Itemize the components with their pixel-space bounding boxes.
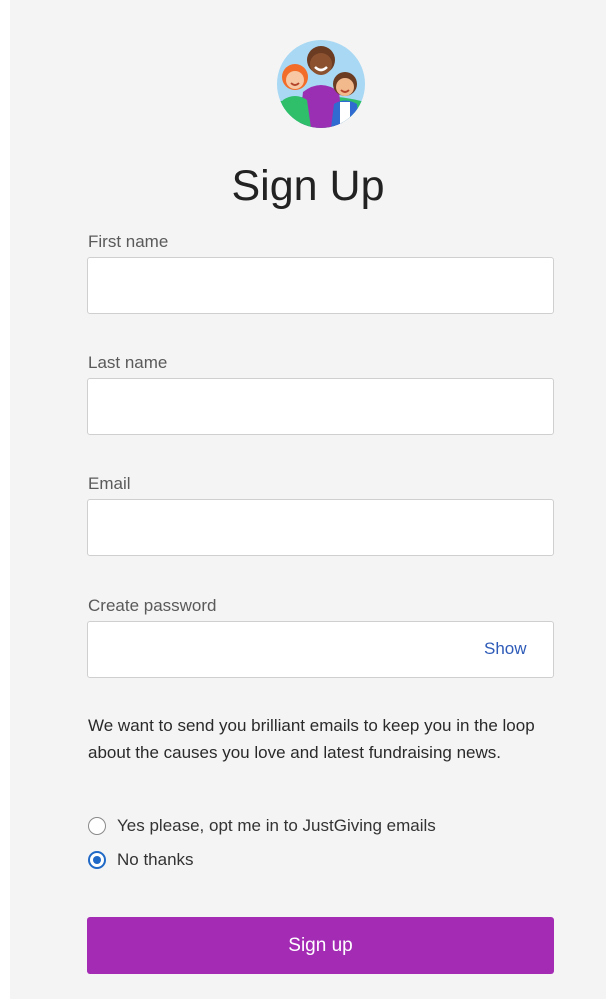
opt-in-option[interactable]: Yes please, opt me in to JustGiving emai… [88,815,436,837]
opt-in-label: Yes please, opt me in to JustGiving emai… [117,816,436,835]
email-label: Email [88,474,131,493]
show-password-button[interactable]: Show [484,638,527,660]
no-thanks-radio[interactable] [88,851,106,869]
marketing-intro-text: We want to send you brilliant emails to … [88,716,535,762]
sign-up-button[interactable]: Sign up [87,917,554,974]
page-title: Sign Up [231,162,385,210]
email-field[interactable] [87,499,554,556]
no-thanks-option[interactable]: No thanks [88,849,194,871]
last-name-field[interactable] [87,378,554,435]
first-name-field[interactable] [87,257,554,314]
first-name-label: First name [88,232,169,251]
last-name-label: Last name [88,353,168,372]
no-thanks-label: No thanks [117,850,194,869]
people-group-icon [277,40,365,128]
password-label: Create password [88,596,217,615]
opt-in-radio[interactable] [88,817,106,835]
